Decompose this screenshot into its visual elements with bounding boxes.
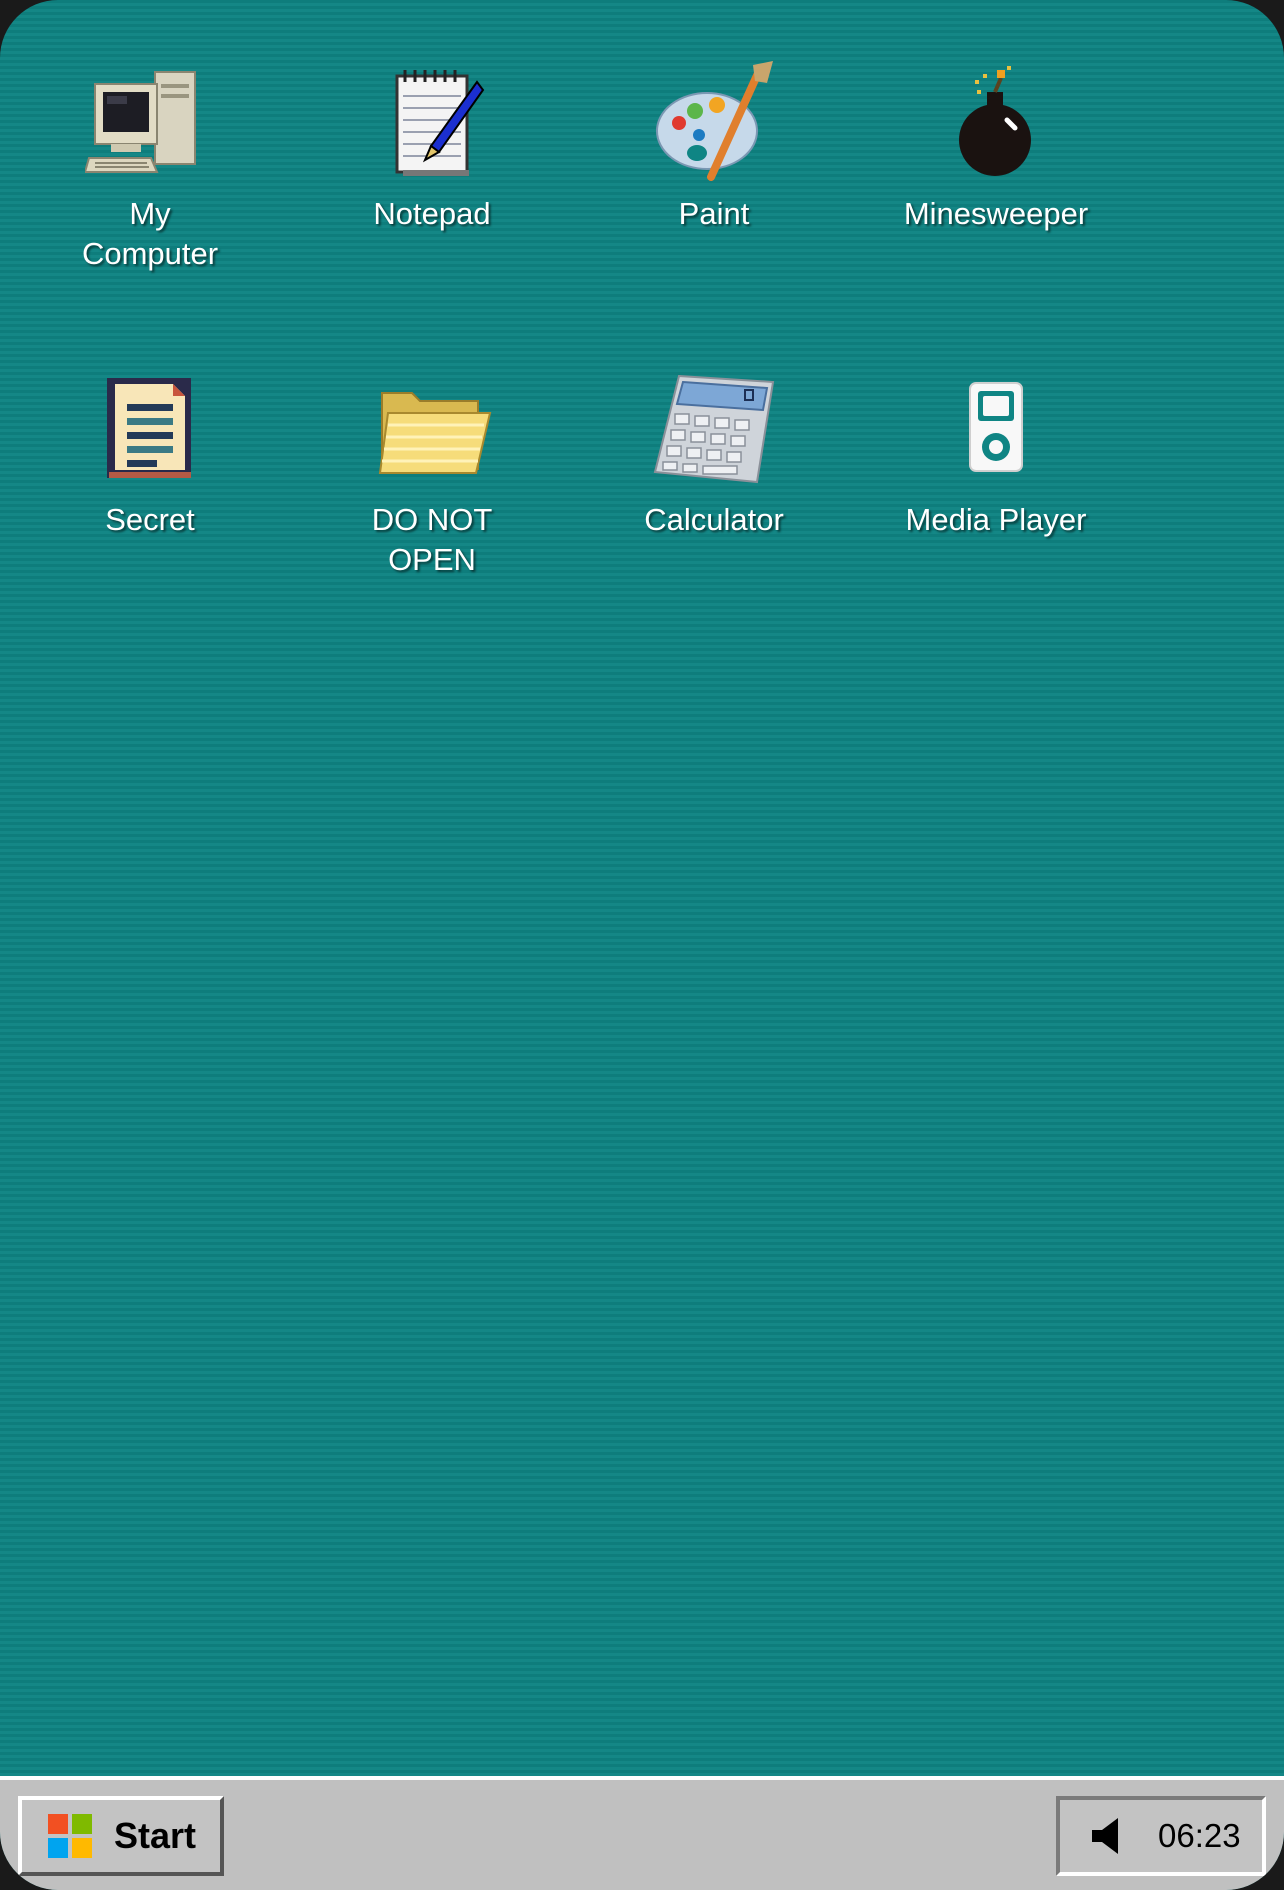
calculator-icon — [653, 374, 775, 484]
desktop-icon-label: Secret — [105, 502, 195, 537]
bomb-icon — [959, 66, 1031, 176]
desktop: My Computer Notepad Paint Minesweeper Se… — [0, 0, 1284, 1778]
desktop-icon-media-player[interactable]: Media Player — [866, 358, 1126, 540]
screen: My Computer Notepad Paint Minesweeper Se… — [0, 0, 1284, 1890]
desktop-icon-label: My Computer — [81, 196, 219, 271]
paint-palette-icon — [656, 61, 773, 181]
taskbar: Start 06:23 — [0, 1776, 1284, 1890]
desktop-icon-paint[interactable]: Paint — [584, 52, 844, 234]
desktop-icon-label: Notepad — [373, 196, 491, 231]
desktop-icon-label: Calculator — [644, 502, 784, 537]
clock[interactable]: 06:23 — [1158, 1817, 1241, 1855]
desktop-icon-notepad[interactable]: Notepad — [302, 52, 562, 234]
windows-logo-icon — [48, 1814, 92, 1858]
desktop-icon-label: Media Player — [905, 502, 1087, 537]
desktop-icon-my-computer[interactable]: My Computer — [20, 52, 280, 274]
desktop-icon-minesweeper[interactable]: Minesweeper — [866, 52, 1126, 234]
desktop-icon-label: DO NOT OPEN — [371, 502, 493, 577]
start-label: Start — [114, 1815, 197, 1856]
computer-icon — [85, 71, 196, 173]
notepad-icon — [395, 70, 485, 176]
folder-icon — [378, 392, 492, 474]
desktop-icon-do-not-open[interactable]: DO NOT OPEN — [302, 358, 562, 580]
desktop-icon-calculator[interactable]: Calculator — [584, 358, 844, 540]
system-tray: 06:23 — [1056, 1796, 1266, 1876]
start-button[interactable]: Start — [18, 1796, 224, 1876]
desktop-icon-label: Minesweeper — [903, 196, 1089, 231]
desktop-icon-label: Paint — [678, 196, 750, 231]
speaker-icon[interactable] — [1090, 1816, 1124, 1856]
document-icon — [107, 378, 191, 478]
desktop-icon-secret[interactable]: Secret — [20, 358, 280, 540]
music-player-icon — [969, 382, 1023, 472]
